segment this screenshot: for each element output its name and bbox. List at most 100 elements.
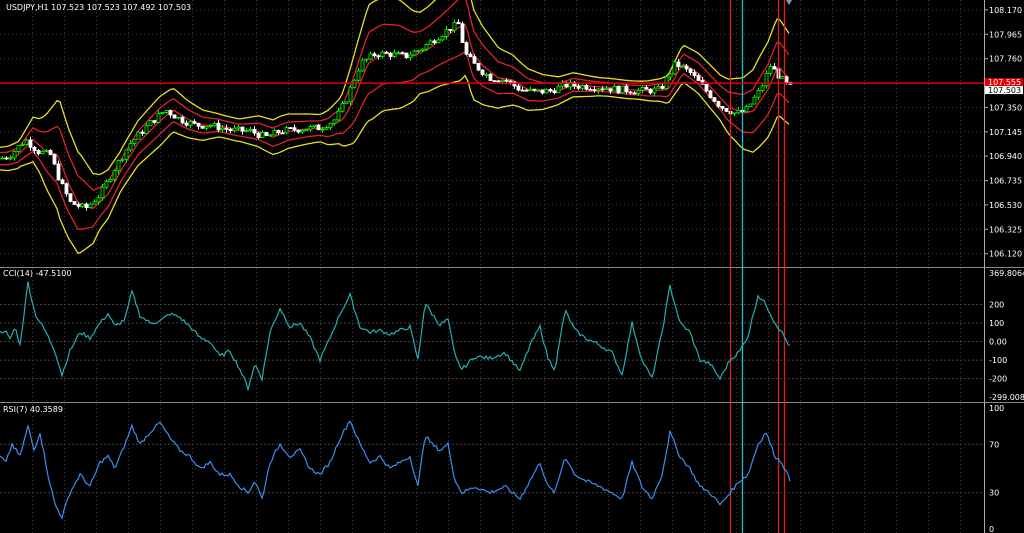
candle-body [712,97,717,102]
candle-body [88,203,93,208]
candle-body [192,121,197,124]
candle-body [520,89,525,92]
price-tick-label: 108.170 [989,6,1022,15]
candle-body [780,76,785,79]
price-tick-label: 107.965 [989,30,1022,39]
candle-body [384,51,389,54]
candle-body [620,85,625,94]
candle-body [548,89,553,92]
candle-body [532,88,537,91]
candle-body [140,131,145,134]
candle-body [584,85,589,90]
candle-body [184,122,189,126]
candle-body [752,96,757,105]
candle-body [368,53,373,60]
candle-body [392,52,397,57]
candle-body [692,72,697,77]
price-badge-label: 107.503 [988,86,1021,95]
candle-body [592,89,597,91]
chart-canvas[interactable]: 369.8064 200 100 0.00 -100 -200 -299.0084 100 7… [0,0,1024,533]
candle-body [420,48,425,51]
candle-body [0,157,5,160]
candle-body [616,85,621,94]
price-tick-label: 106.940 [989,152,1022,161]
candle-body [404,52,409,59]
outer-band-upper [0,0,790,176]
candle-body [440,36,445,41]
candle-body [456,22,461,25]
candle-body [72,201,77,205]
candle-body [476,62,481,71]
candle-body [324,127,329,130]
candle-body [204,126,209,129]
candle-body [676,61,681,68]
candle-body [16,145,21,152]
candle-body [304,129,309,132]
candle-body [552,90,557,94]
candle-body [508,80,513,83]
candle-body [660,85,665,89]
candle-body [188,121,193,126]
candle-body [504,79,509,82]
candle-body [596,88,601,91]
candle-body [60,179,65,185]
candle-body [84,203,89,208]
candle-body [764,73,769,87]
candle-body [236,126,241,129]
candle-body [688,68,693,73]
candle-body [732,112,737,115]
candle-body [636,89,641,94]
candle-body [12,151,17,159]
candle-body [168,110,173,116]
candle-body [20,144,25,147]
candle-body [364,58,369,61]
vertical-markers [729,0,792,533]
candle-body [496,80,501,83]
candle-body [148,120,153,127]
candle-body [724,107,729,112]
candle-body [68,193,73,202]
rsi-panel: 100 70 30 0 [0,404,1004,533]
candle-body [444,29,449,37]
price-tick-label: 107.350 [989,103,1022,112]
candle-body [640,87,645,91]
candle-body [436,39,441,44]
candle-body [248,129,253,131]
candle-body [644,87,649,90]
candle-body [56,163,61,181]
candle-body [264,132,269,136]
candle-body [320,128,325,131]
candle-body [472,56,477,64]
candle-body [680,65,685,68]
price-tick-label: 107.760 [989,55,1022,64]
indicator-tick-label: 0 [989,525,994,533]
candle-body [36,150,41,155]
candle-body [632,92,637,95]
candle-body [132,138,137,144]
candle-body [100,186,105,199]
candle-body [756,89,761,98]
candle-body [160,112,165,114]
candle-body [120,158,125,161]
indicator-tick-label: 70 [989,440,999,449]
candle-body [348,86,353,103]
candle-body [288,127,293,129]
candle-body [372,53,377,57]
candle-body [464,42,469,55]
bollinger-bands [0,0,790,254]
candle-body [416,49,421,52]
candle-body [544,89,549,94]
candle-body [268,134,273,137]
candle-body [388,52,393,57]
cci-line [0,281,791,392]
candle-body [376,55,381,58]
candle-body [408,54,413,59]
candle-body [500,79,505,83]
shift-marker-icon[interactable] [786,0,792,5]
candle-body [92,201,97,205]
candle-body [228,128,233,132]
candle-body [336,110,341,121]
candle-body [156,113,161,123]
price-tick-label: 106.530 [989,201,1022,210]
candle-body [220,127,225,131]
